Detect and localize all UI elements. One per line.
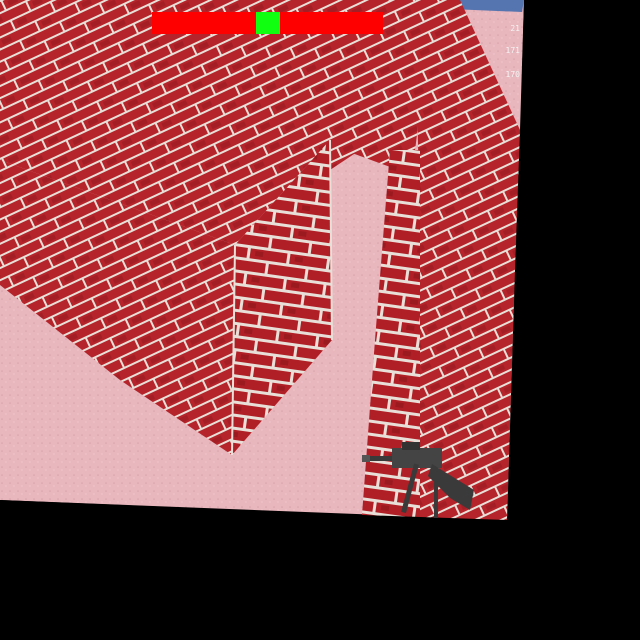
hud-stat-3: 170	[505, 70, 520, 79]
health-bar-marker	[256, 12, 280, 34]
game-scene[interactable]: 21 171 170	[0, 0, 640, 640]
rifle-icon	[362, 436, 482, 524]
hud-stat-1: 21	[510, 24, 520, 33]
game-viewport[interactable]: 21 171 170	[0, 0, 640, 640]
hud-stat-2: 171	[505, 46, 520, 55]
maze-world	[0, 0, 640, 640]
health-bar	[152, 12, 383, 34]
